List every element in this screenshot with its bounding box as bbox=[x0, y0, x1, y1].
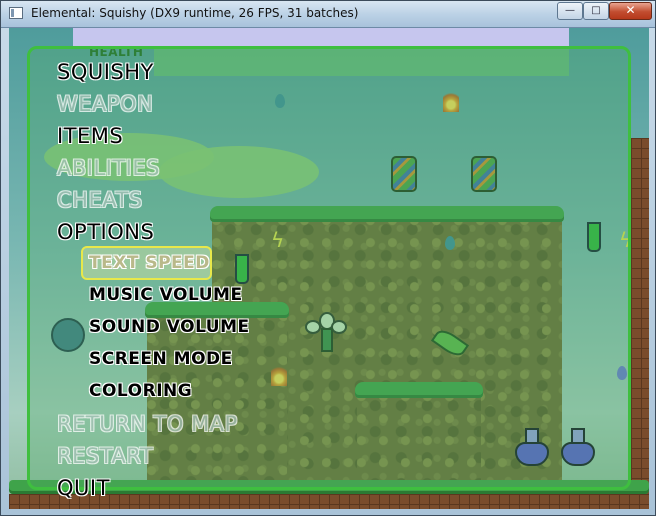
menu-item-items[interactable]: ITEMS bbox=[57, 124, 123, 148]
title-bar[interactable]: Elemental: Squishy (DX9 runtime, 26 FPS,… bbox=[1, 1, 655, 28]
menu-item-quit[interactable]: QUIT bbox=[57, 476, 110, 500]
close-button[interactable]: ✕ bbox=[609, 2, 652, 20]
submenu-item-text-speed[interactable]: TEXT SPEED bbox=[89, 253, 210, 273]
minimize-icon: — bbox=[565, 5, 575, 16]
menu-item-restart[interactable]: RESTART bbox=[57, 444, 153, 468]
menu-item-cheats[interactable]: CHEATS bbox=[57, 188, 143, 212]
menu-item-squishy[interactable]: SQUISHY bbox=[57, 60, 154, 84]
sky-band bbox=[73, 28, 569, 46]
game-viewport[interactable]: ϟ ϟ HEALTH SQUISHY WEAPON ITEMS ABILITIE… bbox=[9, 28, 649, 509]
close-icon: ✕ bbox=[625, 3, 636, 17]
app-icon bbox=[9, 7, 23, 19]
menu-item-options[interactable]: OPTIONS bbox=[57, 220, 154, 244]
submenu-item-screen-mode[interactable]: SCREEN MODE bbox=[89, 349, 233, 369]
brick-wall bbox=[631, 138, 649, 509]
window-title: Elemental: Squishy (DX9 runtime, 26 FPS,… bbox=[31, 6, 359, 20]
submenu-item-coloring[interactable]: COLORING bbox=[89, 381, 192, 401]
submenu-item-music-volume[interactable]: MUSIC VOLUME bbox=[89, 285, 243, 305]
menu-item-abilities[interactable]: ABILITIES bbox=[57, 156, 160, 180]
menu-item-weapon[interactable]: WEAPON bbox=[57, 92, 153, 116]
minimize-button[interactable]: — bbox=[557, 2, 583, 20]
maximize-button[interactable]: □ bbox=[583, 2, 609, 20]
menu-item-return-to-map[interactable]: RETURN TO MAP bbox=[57, 412, 238, 436]
maximize-icon: □ bbox=[591, 5, 601, 16]
game-window: Elemental: Squishy (DX9 runtime, 26 FPS,… bbox=[0, 0, 656, 516]
submenu-item-sound-volume[interactable]: SOUND VOLUME bbox=[89, 317, 250, 337]
